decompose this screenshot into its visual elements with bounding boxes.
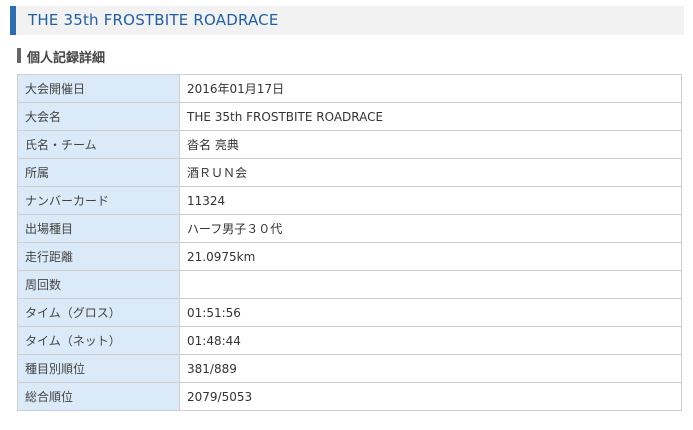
section-heading-label: 個人記録詳細 (27, 51, 106, 66)
row-value: 01:51:56 (179, 298, 682, 327)
table-row-net-time: タイム（ネット） 01:48:44 (17, 326, 682, 355)
row-value: THE 35th FROSTBITE ROADRACE (179, 102, 682, 131)
table-row-event-date: 大会開催日 2016年01月17日 (17, 74, 682, 103)
row-value: ハーフ男子３０代 (179, 214, 682, 243)
row-value: 2079/5053 (179, 382, 682, 411)
row-value: 沓名 亮典 (179, 130, 682, 159)
table-row-bib-number: ナンバーカード 11324 (17, 186, 682, 215)
table-row-distance: 走行距離 21.0975km (17, 242, 682, 271)
table-row-gross-time: タイム（グロス） 01:51:56 (17, 298, 682, 327)
row-label: 大会名 (17, 102, 180, 131)
table-row-category-rank: 種目別順位 381/889 (17, 354, 682, 383)
page-title: THE 35th FROSTBITE ROADRACE (28, 11, 279, 29)
row-label: タイム（ネット） (17, 326, 180, 355)
table-row-category: 出場種目 ハーフ男子３０代 (17, 214, 682, 243)
row-label: 出場種目 (17, 214, 180, 243)
table-row-laps: 周回数 (17, 270, 682, 299)
section-heading-marker (17, 48, 21, 63)
page-title-bar: THE 35th FROSTBITE ROADRACE (10, 6, 684, 35)
row-value (179, 270, 682, 299)
table-row-affiliation: 所属 酒ＲＵＮ会 (17, 158, 682, 187)
row-label: 所属 (17, 158, 180, 187)
row-label: 氏名・チーム (17, 130, 180, 159)
table-row-event-name: 大会名 THE 35th FROSTBITE ROADRACE (17, 102, 682, 131)
row-value: 2016年01月17日 (179, 74, 682, 103)
table-row-name-team: 氏名・チーム 沓名 亮典 (17, 130, 682, 159)
record-table: 大会開催日 2016年01月17日 大会名 THE 35th FROSTBITE… (17, 74, 682, 411)
row-label: 大会開催日 (17, 74, 180, 103)
row-label: 総合順位 (17, 382, 180, 411)
row-value: 酒ＲＵＮ会 (179, 158, 682, 187)
row-label: タイム（グロス） (17, 298, 180, 327)
row-label: 周回数 (17, 270, 180, 299)
row-label: 走行距離 (17, 242, 180, 271)
row-value: 381/889 (179, 354, 682, 383)
row-value: 01:48:44 (179, 326, 682, 355)
row-value: 21.0975km (179, 242, 682, 271)
row-label: ナンバーカード (17, 186, 180, 215)
row-label: 種目別順位 (17, 354, 180, 383)
table-row-overall-rank: 総合順位 2079/5053 (17, 382, 682, 411)
row-value: 11324 (179, 186, 682, 215)
